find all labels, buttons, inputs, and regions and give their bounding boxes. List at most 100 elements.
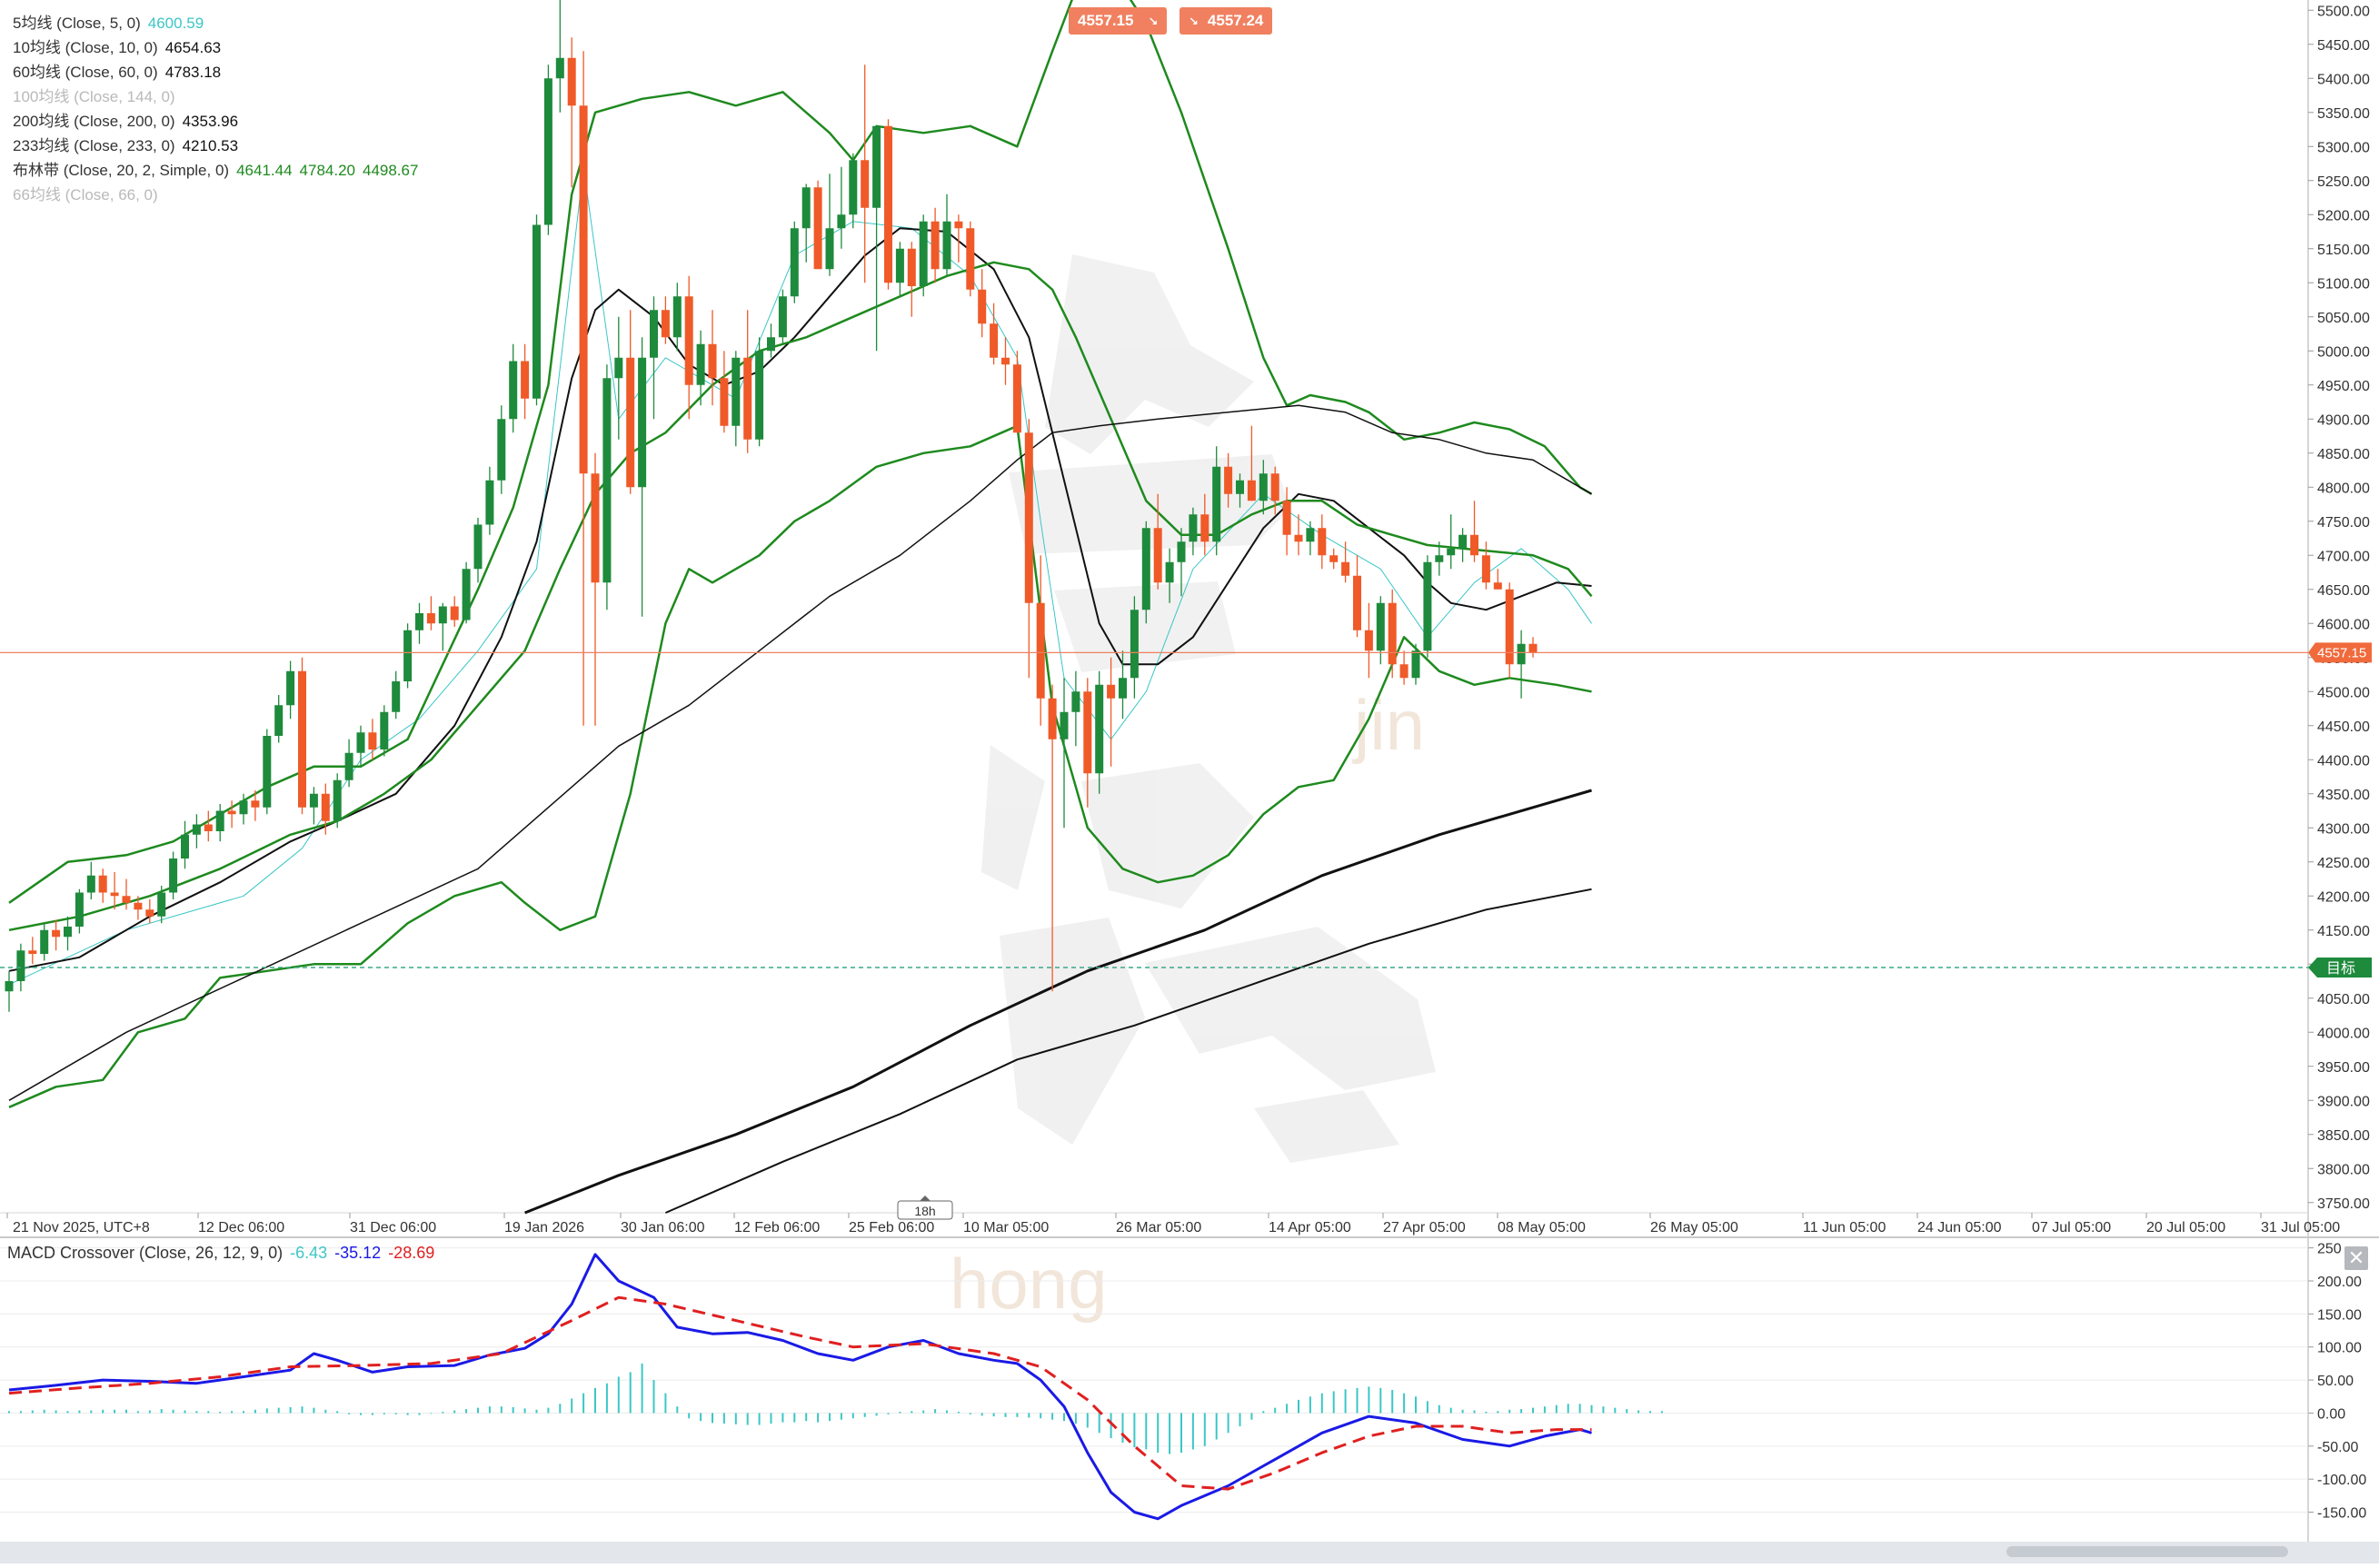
candle-body (450, 606, 459, 620)
candle-body (298, 670, 306, 808)
candle-body (344, 752, 353, 780)
candle-body (720, 378, 729, 426)
candle-body (567, 57, 576, 106)
candle-body (672, 296, 682, 338)
price-tick-label: 4000.00 (2317, 1026, 2370, 1041)
candle-body (1481, 555, 1490, 583)
candle-body (1119, 678, 1127, 699)
price-tick-label: 4250.00 (2317, 856, 2370, 871)
macd-legend: MACD Crossover (Close, 26, 12, 9, 0) -6.4… (7, 1244, 434, 1263)
candle-body (1071, 691, 1080, 712)
price-tick-label: 4650.00 (2317, 583, 2370, 599)
time-tick-label: 25 Feb 06:00 (849, 1220, 934, 1236)
candle-body (1236, 480, 1244, 494)
legend-ma10-value: 4654.63 (164, 39, 222, 56)
candle-body (122, 896, 131, 903)
sell-price-badge[interactable]: 4557.15 ↘ (1069, 7, 1168, 35)
candle-body (227, 810, 236, 815)
time-tick-label: 26 Mar 05:00 (1116, 1220, 1201, 1236)
candle-body (1341, 561, 1350, 576)
target-price-tag[interactable]: 目标 (2308, 958, 2372, 978)
price-tick-label: 5000.00 (2317, 344, 2370, 360)
candle-body (555, 57, 564, 79)
time-tick-label: 30 Jan 06:00 (621, 1220, 705, 1236)
candle-body (473, 524, 483, 570)
legend-ma10[interactable]: 10均线 (Close, 10, 0) 4654.63 (13, 35, 418, 60)
price-tick-label: 4850.00 (2317, 447, 2370, 462)
candle-body (1353, 575, 1361, 630)
candle-body (1399, 664, 1408, 679)
macd-tick-label: 50.00 (2317, 1374, 2354, 1389)
candle-body (462, 569, 471, 620)
candle-body (1411, 650, 1420, 679)
candle-body (145, 909, 154, 917)
price-tick-label: 4300.00 (2317, 821, 2370, 837)
candle-body (1306, 528, 1315, 542)
price-tick-label: 4600.00 (2317, 617, 2370, 632)
time-tick-label: 08 May 05:00 (1498, 1220, 1586, 1236)
time-tick-label: 31 Jul 05:00 (2261, 1220, 2340, 1236)
close-pane-button[interactable]: ✕ (2344, 1246, 2368, 1270)
macd-tick-label: 200.00 (2317, 1275, 2362, 1290)
candle-body (321, 793, 330, 821)
candle-body (485, 480, 494, 525)
candle-body (684, 296, 693, 385)
candle-body (1212, 466, 1221, 542)
legend-ma10-label: 10均线 (Close, 10, 0) (13, 39, 158, 56)
candle-body (98, 875, 107, 893)
candle-body (1083, 691, 1092, 774)
candle-body (438, 606, 447, 624)
legend-boll[interactable]: 布林带 (Close, 20, 2, Simple, 0) 4641.44 4784… (13, 158, 418, 183)
candle-body (1177, 541, 1186, 562)
macd-legend-label: MACD Crossover (Close, 26, 12, 9, 0) (7, 1244, 284, 1262)
candle-body (533, 224, 541, 399)
macd-tick-label: 100.00 (2317, 1341, 2362, 1356)
candle-body (392, 681, 401, 712)
close-icon: ✕ (2347, 1246, 2365, 1269)
macd-tick-label: 150.00 (2317, 1307, 2362, 1323)
candle-body (1294, 534, 1303, 542)
candle-body (110, 892, 119, 897)
legend-ma60[interactable]: 60均线 (Close, 60, 0) 4783.18 (13, 60, 418, 84)
watermark-text-2: hong (950, 1244, 1108, 1324)
target-tag-label: 目标 (2326, 960, 2355, 977)
scrollbar-thumb[interactable] (2006, 1546, 2288, 1557)
legend-ma100[interactable]: 100均线 (Close, 144, 0) (13, 84, 418, 109)
macd-hist-value: -6.43 (290, 1244, 328, 1262)
time-tick-label: 21 Nov 2025, UTC+8 (13, 1220, 150, 1236)
candle-body (872, 125, 881, 208)
legend-boll-label: 布林带 (Close, 20, 2, Simple, 0) (13, 162, 230, 179)
candle-body (1458, 534, 1468, 549)
sell-price-value: 4557.15 (1078, 12, 1134, 29)
candle-body (1447, 548, 1456, 556)
candle-body (543, 78, 552, 225)
candle-body (1165, 561, 1174, 583)
legend-ma5[interactable]: 5均线 (Close, 5, 0) 4600.59 (13, 11, 418, 35)
candle-body (708, 343, 717, 379)
price-tick-label: 4950.00 (2317, 379, 2370, 394)
chart-svg: jin hong 5500.00 5450.00 5400.00 5350.00 530… (0, 0, 2379, 1542)
candle-body (75, 892, 84, 927)
candle-body (415, 613, 423, 630)
macd-tick-label: 250 (2317, 1242, 2342, 1257)
time-tick-label: 14 Apr 05:00 (1269, 1220, 1351, 1236)
candle-body (638, 357, 647, 488)
candle-body (579, 105, 588, 474)
candle-body (732, 357, 741, 426)
candle-body (286, 670, 295, 706)
candle-body (333, 779, 342, 821)
macd-tick-label: -100.00 (2317, 1473, 2366, 1488)
candle-body (1517, 643, 1526, 665)
legend-ma200[interactable]: 200均线 (Close, 200, 0) 4353.96 (13, 109, 418, 134)
buy-price-badge[interactable]: ↘ 4557.24 (1180, 7, 1273, 35)
main-price-ticks: 5500.00 5450.00 5400.00 5350.00 5300.00 5250.… (2308, 4, 2370, 1212)
candle-body (1423, 561, 1432, 651)
macd-ticks: 250 200.00 150.00 100.00 50.00 0.00 -50.00 -100… (2308, 1242, 2366, 1522)
legend-ma66[interactable]: 66均线 (Close, 66, 0) (13, 183, 418, 207)
legend-ma233[interactable]: 233均线 (Close, 233, 0) 4210.53 (13, 134, 418, 158)
time-tick-label: 20 Jul 05:00 (2146, 1220, 2225, 1236)
overlay-line (665, 888, 1592, 1214)
candle-body (1329, 555, 1339, 562)
candle-body (1153, 528, 1162, 583)
candle-body (1470, 534, 1478, 556)
